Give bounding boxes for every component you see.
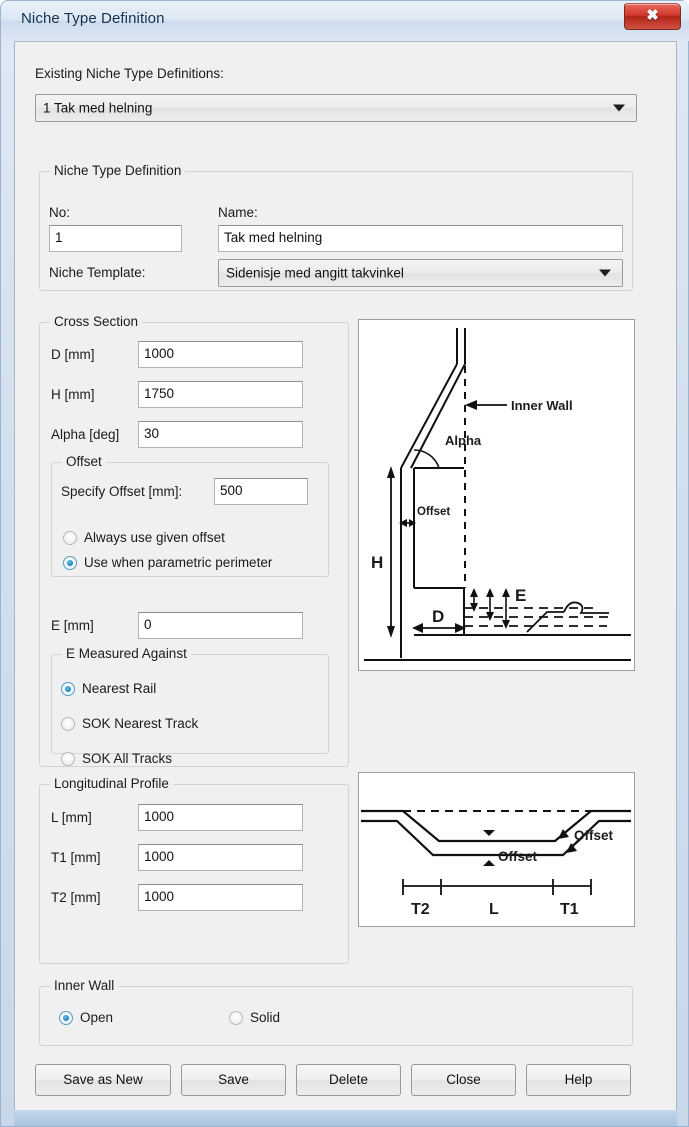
cross-section-d-label: D [mm] <box>51 347 95 362</box>
cross-section-d-input[interactable]: 1000 <box>138 341 303 368</box>
close-window-button[interactable]: ✖ <box>624 3 681 30</box>
close-button[interactable]: Close <box>411 1064 516 1096</box>
label-offset-right: Offset <box>574 828 614 843</box>
dialog-window: Niche Type Definition ✖ Existing Niche T… <box>0 0 689 1127</box>
no-label: No: <box>49 205 71 220</box>
existing-definitions-label: Existing Niche Type Definitions: <box>35 66 224 81</box>
longitudinal-profile-drawing: Offset Offset T2 L T1 <box>361 809 631 918</box>
specify-offset-input[interactable]: 500 <box>214 478 308 505</box>
close-icon: ✖ <box>646 7 659 24</box>
cross-section-h-label: H [mm] <box>51 387 95 402</box>
longitudinal-profile-diagram: Offset Offset T2 L T1 <box>358 772 635 927</box>
label-h: H <box>371 553 383 572</box>
e-measured-against-group: E Measured Against <box>51 646 329 754</box>
alpha-arc <box>413 449 440 469</box>
delete-button[interactable]: Delete <box>296 1064 401 1096</box>
radio-dot-icon <box>61 717 75 731</box>
offset-group-title: Offset <box>62 454 106 469</box>
longitudinal-l-input[interactable]: 1000 <box>138 804 303 831</box>
label-inner-wall: Inner Wall <box>511 398 573 413</box>
label-e: E <box>515 586 526 605</box>
radio-label: Always use given offset <box>84 530 225 545</box>
longitudinal-t2-label: T2 [mm] <box>51 890 101 905</box>
label-t2: T2 <box>411 901 430 918</box>
name-input[interactable]: Tak med helning <box>218 225 623 252</box>
window-bottom-strip <box>14 1110 677 1126</box>
longitudinal-profile-group-title: Longitudinal Profile <box>50 776 173 791</box>
cross-section-diagram: Inner Wall Alpha Offset H D E <box>358 319 635 671</box>
radio-label: Nearest Rail <box>82 681 157 696</box>
no-input[interactable]: 1 <box>49 225 182 252</box>
chevron-down-icon <box>599 269 611 277</box>
cross-section-e-label: E [mm] <box>51 618 94 633</box>
cross-section-e-input[interactable]: 0 <box>138 612 303 639</box>
niche-type-definition-group-title: Niche Type Definition <box>50 163 186 178</box>
label-offset: Offset <box>417 506 450 518</box>
longitudinal-t2-input[interactable]: 1000 <box>138 884 303 911</box>
cross-section-alpha-label: Alpha [deg] <box>51 427 120 442</box>
label-offset-center: Offset <box>498 849 538 864</box>
chevron-down-icon <box>613 104 625 112</box>
radio-dot-icon <box>59 1011 73 1025</box>
dialog-client-area: Existing Niche Type Definitions: 1 Tak m… <box>14 41 677 1111</box>
label-d: D <box>432 607 444 626</box>
cross-section-drawing: Inner Wall Alpha Offset H D E <box>364 328 631 661</box>
save-as-new-button[interactable]: Save as New <box>35 1064 171 1096</box>
label-l: L <box>489 901 499 918</box>
inner-wall-group-title: Inner Wall <box>50 978 119 993</box>
help-button[interactable]: Help <box>526 1064 631 1096</box>
cross-section-alpha-input[interactable]: 30 <box>138 421 303 448</box>
cross-section-group-title: Cross Section <box>50 314 143 329</box>
radio-dot-icon <box>61 752 75 766</box>
niche-template-value: Sidenisje med angitt takvinkel <box>226 265 404 281</box>
niche-template-dropdown[interactable]: Sidenisje med angitt takvinkel <box>218 259 623 287</box>
save-button[interactable]: Save <box>181 1064 286 1096</box>
label-alpha: Alpha <box>445 433 482 448</box>
niche-template-label: Niche Template: <box>49 265 146 280</box>
longitudinal-t1-input[interactable]: 1000 <box>138 844 303 871</box>
radio-label: Use when parametric perimeter <box>84 555 273 570</box>
specify-offset-label: Specify Offset [mm]: <box>61 484 183 499</box>
inner-wall-group: Inner Wall <box>39 978 633 1046</box>
longitudinal-t1-label: T1 [mm] <box>51 850 101 865</box>
inner-wall-arrowhead <box>465 400 477 410</box>
radio-dot-icon <box>229 1011 243 1025</box>
radio-dot-icon <box>63 556 77 570</box>
radio-dot-icon <box>61 682 75 696</box>
radio-label: Open <box>80 1010 114 1025</box>
cross-section-h-input[interactable]: 1750 <box>138 381 303 408</box>
radio-label: Solid <box>250 1010 281 1025</box>
name-label: Name: <box>218 205 258 220</box>
existing-definitions-value: 1 Tak med helning <box>43 100 153 116</box>
radio-label: SOK All Tracks <box>82 751 173 766</box>
window-title: Niche Type Definition <box>21 10 165 27</box>
e-measured-against-group-title: E Measured Against <box>62 646 191 661</box>
radio-dot-icon <box>63 531 77 545</box>
label-t1: T1 <box>560 901 579 918</box>
radio-label: SOK Nearest Track <box>82 716 199 731</box>
existing-definitions-dropdown[interactable]: 1 Tak med helning <box>35 94 637 122</box>
title-bar: Niche Type Definition ✖ <box>1 1 689 41</box>
longitudinal-l-label: L [mm] <box>51 810 92 825</box>
